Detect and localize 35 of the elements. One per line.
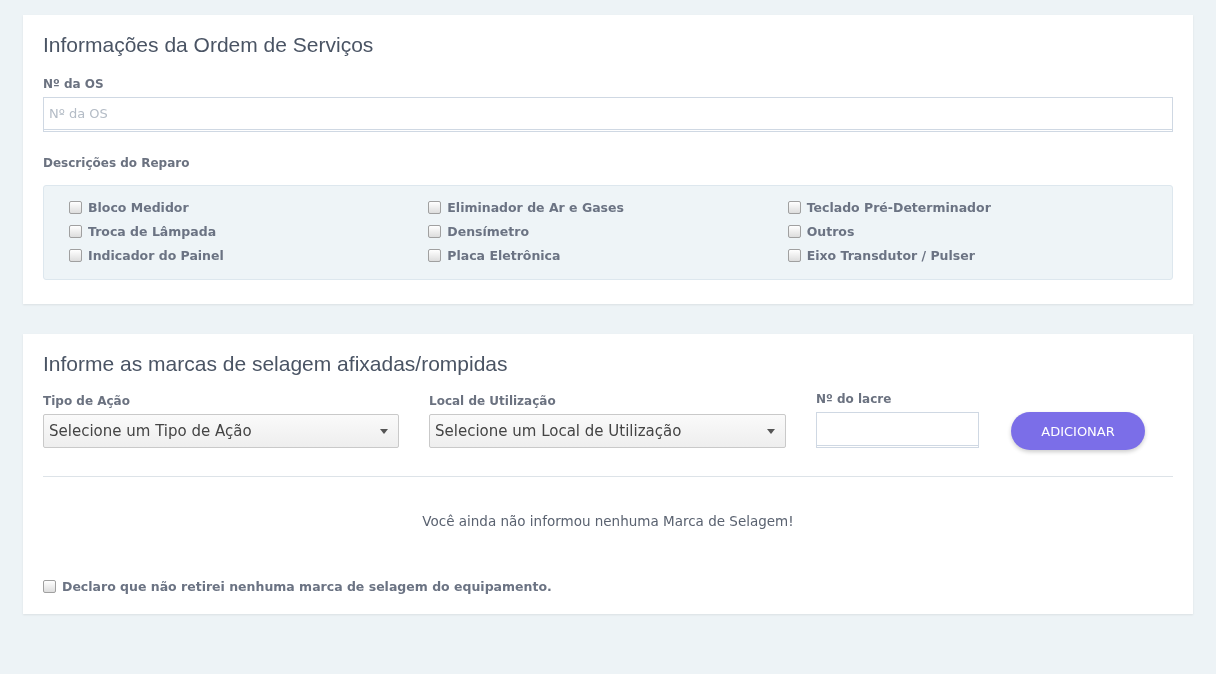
checkbox[interactable]: [69, 249, 82, 262]
empty-message: Você ainda não informou nenhuma Marca de Selagem!: [421, 513, 795, 529]
checkbox-label: Eliminador de Ar e Gases: [447, 200, 624, 215]
checkbox-label: Bloco Medidor: [88, 200, 189, 215]
checkbox[interactable]: [428, 225, 442, 238]
checkbox[interactable]: [428, 249, 442, 262]
checkbox[interactable]: [787, 201, 801, 214]
checkbox[interactable]: [787, 249, 801, 262]
seal-number-input[interactable]: [816, 412, 979, 448]
add-button[interactable]: ADICIONAR: [1011, 412, 1145, 450]
checkbox-label: Teclado Pré-Determinador: [806, 200, 991, 215]
checkbox[interactable]: [787, 225, 801, 238]
checkbox[interactable]: [69, 201, 82, 214]
declaration-label: Declaro que não retirei nenhuma marca de selagem do equipamento.: [62, 579, 552, 594]
checkbox-label: Placa Eletrônica: [447, 248, 561, 263]
action-type-select[interactable]: Selecione um Tipo de Ação: [43, 414, 399, 448]
checkbox[interactable]: [69, 225, 82, 238]
checkbox-label: Outros: [806, 224, 855, 239]
os-number-input[interactable]: Nº da OS: [43, 97, 1173, 132]
field-label: Tipo de Ação: [43, 394, 131, 408]
field-label: Nº do lacre: [816, 392, 893, 406]
checkbox-label: Densímetro: [447, 224, 530, 239]
caret-icon: [380, 428, 388, 434]
checkbox[interactable]: [43, 580, 56, 593]
field-label: Descrições do Reparo: [43, 156, 191, 170]
section-title: Informe as marcas de selagem afixadas/rompidas: [43, 352, 509, 376]
caret-icon: [767, 428, 775, 434]
checkbox-label: Troca de Lâmpada: [88, 224, 217, 239]
section-title: Informações da Ordem de Serviços: [43, 33, 375, 57]
checkbox[interactable]: [428, 201, 442, 214]
field-label: Local de Utilização: [429, 394, 557, 408]
usage-location-select[interactable]: Selecione um Local de Utilização: [429, 414, 786, 448]
checkbox-label: Eixo Transdutor / Pulser: [806, 248, 975, 263]
checkbox-label: Indicador do Painel: [88, 248, 224, 263]
field-label: Nº da OS: [43, 77, 105, 91]
